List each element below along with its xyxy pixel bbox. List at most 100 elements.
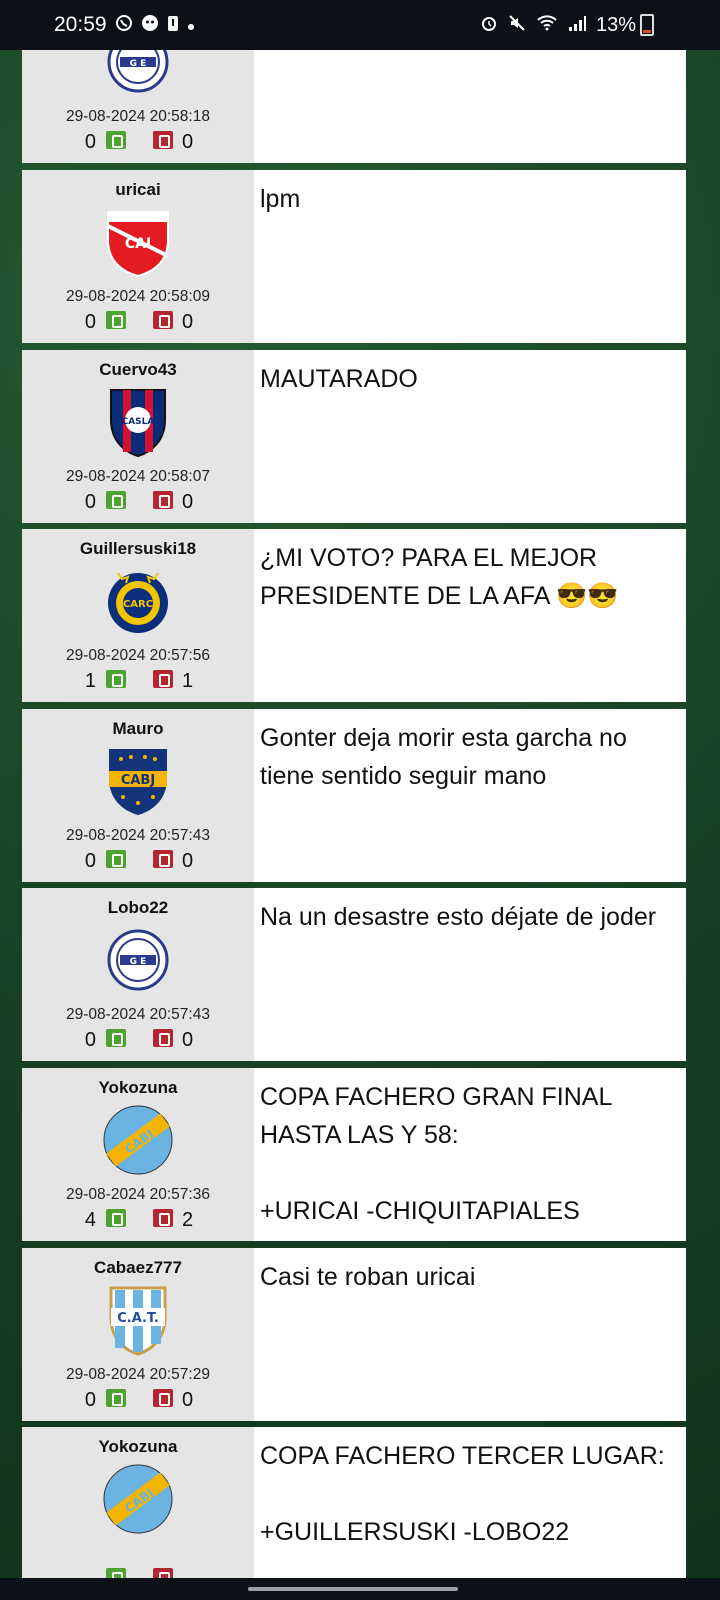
app-icon	[141, 14, 159, 37]
comment-post: Lobo22 G E 29-08-2024 20:57:43 0 0 Na un…	[22, 888, 686, 1061]
vote-bar: 0 0	[22, 1389, 254, 1415]
upvote-count: 0	[84, 850, 96, 872]
comment-username[interactable]: Lobo22	[22, 898, 254, 918]
comment-timestamp: 29-08-2024 20:57:43	[66, 827, 210, 844]
vote-bar: 4 2	[22, 1209, 254, 1235]
vote-bar: 0 0	[22, 491, 254, 517]
status-bar: 20:59 13%	[0, 0, 720, 50]
battery-percent: 13%	[595, 13, 636, 36]
navigation-bar	[0, 1578, 720, 1600]
thumbs-up-icon[interactable]	[106, 850, 126, 868]
downvote-count: 0	[182, 1029, 194, 1051]
thumbs-down-icon[interactable]	[153, 491, 173, 509]
comment-message: lpm	[260, 185, 301, 213]
comment-username[interactable]: Cabaez777	[22, 1258, 254, 1278]
san-lorenzo-crest: CASLA	[103, 386, 173, 458]
downvote-count: 1	[182, 670, 194, 692]
comment-author-panel: uricai CAI 29-08-2024 20:58:09 0 0	[22, 170, 254, 343]
svg-text:CABJ: CABJ	[121, 773, 155, 788]
atletico-tucuman-crest: C.A.T.	[103, 1284, 173, 1356]
comment-author-panel: Cabaez777 C.A.T. 29-08-2024 20:57:29 0 0	[22, 1248, 254, 1421]
thumbs-up-icon[interactable]	[106, 670, 126, 688]
thumbs-up-icon[interactable]	[106, 1209, 126, 1227]
downvote-count: 0	[182, 491, 194, 513]
comment-username[interactable]: Cuervo43	[22, 360, 254, 380]
comment-author-panel: Mauro CABJ 29-08-2024 20:57:43 0 0	[22, 709, 254, 882]
downvote-count: 0	[182, 311, 194, 333]
status-time: 20:59	[54, 13, 107, 36]
comment-message: Na un desastre esto déjate de joder	[260, 903, 657, 931]
comment-author-panel: Lobo22 G E 29-08-2024 20:57:43 0 0	[22, 888, 254, 1061]
comment-message: COPA FACHERO GRAN FINAL HASTA LAS Y 58: …	[260, 1083, 612, 1225]
svg-text:G E: G E	[130, 59, 147, 69]
comment-username[interactable]: Mauro	[22, 719, 254, 739]
comment-message: MAUTARADO	[260, 365, 418, 393]
comment-message: ¿MI VOTO? PARA EL MEJOR PRESIDENTE DE LA…	[260, 544, 619, 610]
downvote-count: 0	[182, 850, 194, 872]
svg-text:CASLA: CASLA	[122, 417, 155, 427]
upvote-count: 0	[84, 1029, 96, 1051]
boca-ball-crest: CABJ	[103, 1463, 173, 1535]
comment-author-panel: Yokozuna CABJ 29-08-2024 20:57:36 4 2	[22, 1068, 254, 1241]
thumbs-down-icon[interactable]	[153, 311, 173, 329]
comment-message: COPA FACHERO TERCER LUGAR: +GUILLERSUSKI…	[260, 1442, 665, 1546]
signal-icon	[568, 14, 586, 37]
home-gesture-bar[interactable]	[248, 1587, 458, 1591]
thumbs-down-icon[interactable]	[153, 131, 173, 149]
battery-saver-icon	[167, 14, 179, 37]
comment-post: Guillersuski18 CARC 29-08-2024 20:57:56 …	[22, 529, 686, 702]
vote-bar: 0 0	[22, 131, 254, 157]
comment-author-panel: Cuervo43 CASLA 29-08-2024 20:58:07 0 0	[22, 350, 254, 523]
comment-author-panel: Yokozuna CABJ	[22, 1427, 254, 1600]
comment-timestamp: 29-08-2024 20:57:29	[66, 1366, 210, 1383]
alarm-icon	[480, 14, 498, 37]
comment-username[interactable]: Yokozuna	[22, 1078, 254, 1098]
rosario-central-crest: CARC	[103, 565, 173, 637]
upvote-count: 0	[84, 311, 96, 333]
upvote-count: 4	[84, 1209, 96, 1231]
comment-timestamp: 29-08-2024 20:57:36	[66, 1186, 210, 1203]
boca-crest: CABJ	[103, 745, 173, 817]
comment-post: Yokozuna CABJ 29-08-2024 20:57:36 4 2 CO…	[22, 1068, 686, 1241]
thumbs-down-icon[interactable]	[153, 850, 173, 868]
upvote-count: 0	[84, 131, 96, 153]
thumbs-down-icon[interactable]	[153, 670, 173, 688]
comment-timestamp: 29-08-2024 20:58:07	[66, 468, 210, 485]
battery-icon	[640, 14, 654, 36]
comment-post: Mauro CABJ 29-08-2024 20:57:43 0 0 Gonte…	[22, 709, 686, 882]
comment-username[interactable]: uricai	[22, 180, 254, 200]
thumbs-up-icon[interactable]	[106, 1389, 126, 1407]
thumbs-down-icon[interactable]	[153, 1209, 173, 1227]
comment-username[interactable]: Guillersuski18	[22, 539, 254, 559]
dot-icon	[187, 15, 195, 36]
comment-post: Cuervo43 CASLA 29-08-2024 20:58:07 0 0 M…	[22, 350, 686, 523]
vote-bar: 0 0	[22, 850, 254, 876]
comment-message: Casi te roban uricai	[260, 1263, 476, 1291]
comment-username[interactable]: Yokozuna	[22, 1437, 254, 1457]
gimnasia-crest: G E	[103, 924, 173, 996]
comment-timestamp: 29-08-2024 20:58:18	[66, 108, 210, 125]
svg-text:C.A.T.: C.A.T.	[117, 1311, 159, 1326]
downvote-count: 2	[182, 1209, 194, 1231]
svg-text:CARC: CARC	[123, 599, 153, 610]
comment-post: Yokozuna CABJ COPA FACHERO TERCER LUGAR:…	[22, 1427, 686, 1600]
thumbs-down-icon[interactable]	[153, 1389, 173, 1407]
upvote-count: 0	[84, 491, 96, 513]
wifi-icon	[536, 14, 558, 37]
downvote-count: 0	[182, 1389, 194, 1411]
thumbs-up-icon[interactable]	[106, 491, 126, 509]
thumbs-up-icon[interactable]	[106, 311, 126, 329]
svg-text:G E: G E	[130, 957, 147, 967]
thumbs-up-icon[interactable]	[106, 131, 126, 149]
svg-text:CAI: CAI	[125, 236, 151, 252]
upvote-count: 1	[84, 670, 96, 692]
comment-author-panel: Guillersuski18 CARC 29-08-2024 20:57:56 …	[22, 529, 254, 702]
thumbs-up-icon[interactable]	[106, 1029, 126, 1047]
comment-post: uricai CAI 29-08-2024 20:58:09 0 0 lpm	[22, 170, 686, 343]
upvote-count: 0	[84, 1389, 96, 1411]
comment-timestamp: 29-08-2024 20:57:56	[66, 647, 210, 664]
independiente-crest: CAI	[103, 206, 173, 278]
whatsapp-icon	[115, 14, 133, 37]
boca-ball-crest: CABJ	[103, 1104, 173, 1176]
thumbs-down-icon[interactable]	[153, 1029, 173, 1047]
